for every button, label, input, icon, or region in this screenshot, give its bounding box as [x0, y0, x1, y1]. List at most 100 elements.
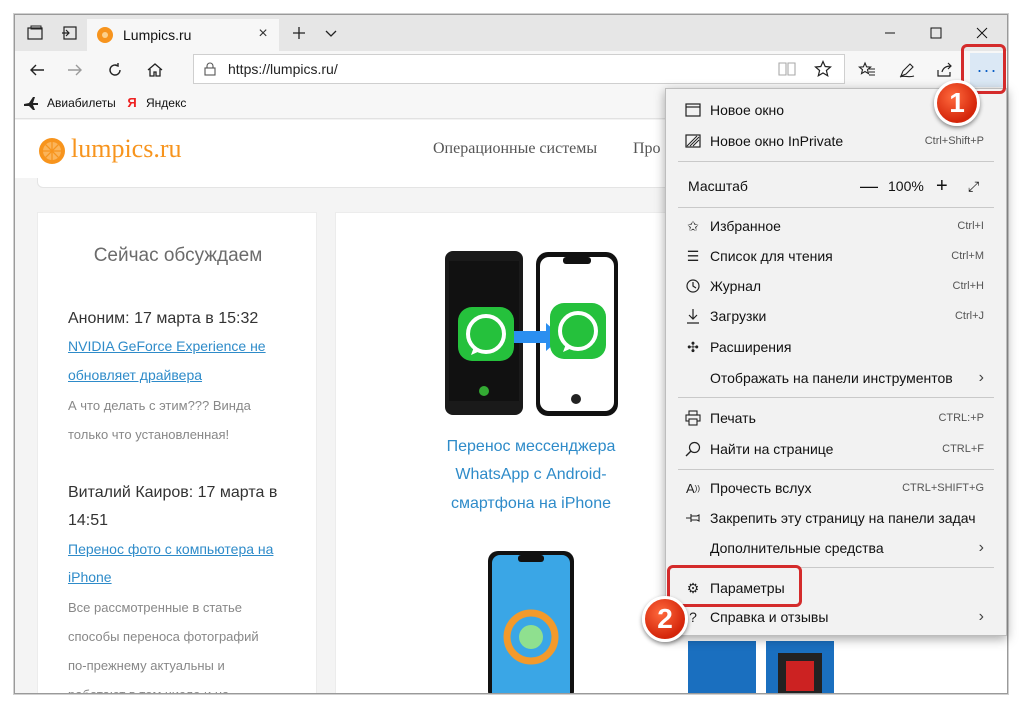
menu-extensions[interactable]: ✣ Расширения	[666, 332, 1006, 362]
set-aside-tabs-icon[interactable]	[49, 15, 89, 51]
menu-label: Избранное	[710, 218, 781, 234]
nav-link-os[interactable]: Операционные системы	[433, 140, 597, 158]
home-icon[interactable]	[139, 54, 171, 86]
tab-preview-chevron-icon[interactable]	[311, 15, 351, 51]
read-aloud-icon: A))	[686, 480, 700, 496]
menu-label: Прочесть вслух	[710, 480, 812, 496]
menu-separator	[678, 469, 994, 470]
menu-pin-to-taskbar[interactable]: Закрепить эту страницу на панели задач	[666, 503, 1006, 533]
menu-print[interactable]: Печать CTRL:+P	[666, 403, 1006, 433]
menu-label: Список для чтения	[710, 248, 833, 264]
menu-reading-list[interactable]: ☰ Список для чтения Ctrl+M	[666, 241, 1006, 271]
menu-separator	[678, 207, 994, 208]
tab-title: Lumpics.ru	[123, 27, 192, 43]
add-favorite-star-icon[interactable]	[814, 60, 832, 83]
menu-find-on-page[interactable]: Найти на странице CTRL+F	[666, 434, 1006, 464]
article-title-line[interactable]: смартфона на iPhone	[426, 490, 636, 518]
favorites-icon: ✩	[687, 217, 699, 234]
active-tab[interactable]: Lumpics.ru ×	[87, 19, 279, 51]
settings-and-more-menu: Новое окно Новое окно InPrivate Ctrl+Shi…	[665, 88, 1007, 636]
back-icon[interactable]	[21, 54, 53, 86]
chevron-right-icon: ›	[978, 369, 984, 386]
menu-read-aloud[interactable]: A)) Прочесть вслух CTRL+SHIFT+G	[666, 473, 1006, 503]
step-badge-1: 1	[934, 80, 980, 126]
comment-author: Аноним: 17 марта в 15:32	[68, 310, 259, 327]
favorites-hub-icon[interactable]	[851, 54, 883, 86]
step-badge-2: 2	[642, 596, 688, 642]
menu-shortcut: Ctrl+J	[954, 310, 984, 322]
maximize-icon[interactable]	[913, 15, 959, 51]
article-thumbnail[interactable]	[688, 641, 756, 693]
comment-text-line: работают в том числе и на	[68, 680, 293, 693]
site-logo[interactable]: lumpics.ru	[71, 134, 182, 164]
tab-close-icon[interactable]: ×	[255, 26, 271, 43]
zoom-level: 100%	[888, 178, 924, 194]
whatsapp-transfer-image[interactable]	[444, 251, 620, 422]
airplane-icon	[23, 95, 39, 111]
reading-view-icon[interactable]	[778, 61, 796, 82]
fullscreen-icon[interactable]: ⤢	[968, 178, 979, 195]
menu-label: Отображать на панели инструментов	[710, 370, 953, 386]
menu-favorites[interactable]: ✩ Избранное Ctrl+I	[666, 211, 1006, 241]
new-window-icon	[684, 101, 702, 119]
menu-label: Закрепить эту страницу на панели задач	[710, 510, 976, 526]
comment-link-line[interactable]: NVIDIA GeForce Experience не	[68, 332, 298, 360]
favorite-label: Яндекс	[146, 96, 187, 110]
comment-author-line: Виталий Каиров: 17 марта в	[68, 484, 278, 501]
comment-text-line: Все рассмотренные в статье	[68, 600, 243, 615]
menu-label: Найти на странице	[710, 441, 834, 457]
print-icon	[684, 409, 702, 427]
highlight-settings-item	[667, 565, 802, 607]
menu-shortcut: Ctrl+H	[952, 280, 984, 292]
nav-link-pro[interactable]: Про	[633, 140, 661, 158]
comment-link-line[interactable]: Перенос фото с компьютера на	[68, 535, 298, 563]
menu-label: Новое окно InPrivate	[710, 133, 844, 149]
orange-logo-icon	[39, 138, 65, 164]
article-title-line[interactable]: Перенос мессенджера	[426, 433, 636, 461]
menu-label: Печать	[710, 410, 756, 426]
extensions-puzzle-icon: ✣	[687, 338, 699, 355]
minimize-icon[interactable]	[867, 15, 913, 51]
zoom-out-icon[interactable]: —	[860, 176, 878, 197]
menu-more-tools[interactable]: Дополнительные средства ›	[666, 533, 1006, 563]
comment-text-line: А что делать с этим??? Винда	[68, 398, 251, 413]
chevron-right-icon: ›	[978, 539, 984, 556]
forward-icon[interactable]	[59, 54, 91, 86]
comment-text-line: по-прежнему актуальны и	[68, 658, 225, 673]
lock-icon	[204, 62, 216, 76]
menu-separator	[678, 397, 994, 398]
yandex-icon: Я	[127, 95, 137, 110]
url-text: https://lumpics.ru/	[228, 61, 338, 77]
favorite-yandex[interactable]: Я Яндекс	[125, 95, 186, 111]
menu-zoom: Масштаб — 100% + ⤢	[666, 171, 1006, 201]
menu-history[interactable]: Журнал Ctrl+H	[666, 271, 1006, 301]
history-icon	[684, 277, 702, 295]
menu-shortcut: CTRL+SHIFT+G	[902, 482, 984, 494]
iphone-sync-image[interactable]	[488, 551, 574, 693]
menu-label: Масштаб	[688, 178, 748, 194]
comment-link-line[interactable]: iPhone	[68, 563, 298, 591]
address-bar[interactable]: https://lumpics.ru/	[193, 54, 845, 84]
discussion-sidebar: Сейчас обсуждаем Аноним: 17 марта в 15:3…	[37, 212, 317, 693]
menu-downloads[interactable]: Загрузки Ctrl+J	[666, 301, 1006, 331]
comment-link-line[interactable]: обновляет драйвера	[68, 361, 298, 389]
chip-thumbnail[interactable]	[766, 641, 834, 693]
refresh-icon[interactable]	[99, 54, 131, 86]
favorite-aviabilety[interactable]: Авиабилеты	[23, 95, 116, 111]
article-title-line[interactable]: WhatsApp с Android-	[426, 461, 636, 489]
menu-label: Загрузки	[710, 308, 767, 324]
menu-shortcut: CTRL:+P	[938, 412, 984, 424]
search-icon	[684, 440, 702, 458]
reading-list-icon: ☰	[686, 247, 700, 264]
menu-label: Дополнительные средства	[710, 540, 884, 556]
add-notes-pen-icon[interactable]	[891, 54, 923, 86]
comment-text-line: способы переноса фотографий	[68, 629, 259, 644]
menu-label: Расширения	[710, 339, 792, 355]
menu-label: Новое окно	[710, 102, 785, 118]
inprivate-icon	[684, 132, 702, 150]
menu-new-inprivate-window[interactable]: Новое окно InPrivate Ctrl+Shift+P	[666, 126, 1006, 156]
zoom-in-icon[interactable]: +	[936, 175, 948, 198]
pin-icon	[684, 509, 702, 527]
lumpics-favicon-icon	[97, 27, 113, 43]
menu-show-in-toolbar[interactable]: Отображать на панели инструментов ›	[666, 363, 1006, 393]
